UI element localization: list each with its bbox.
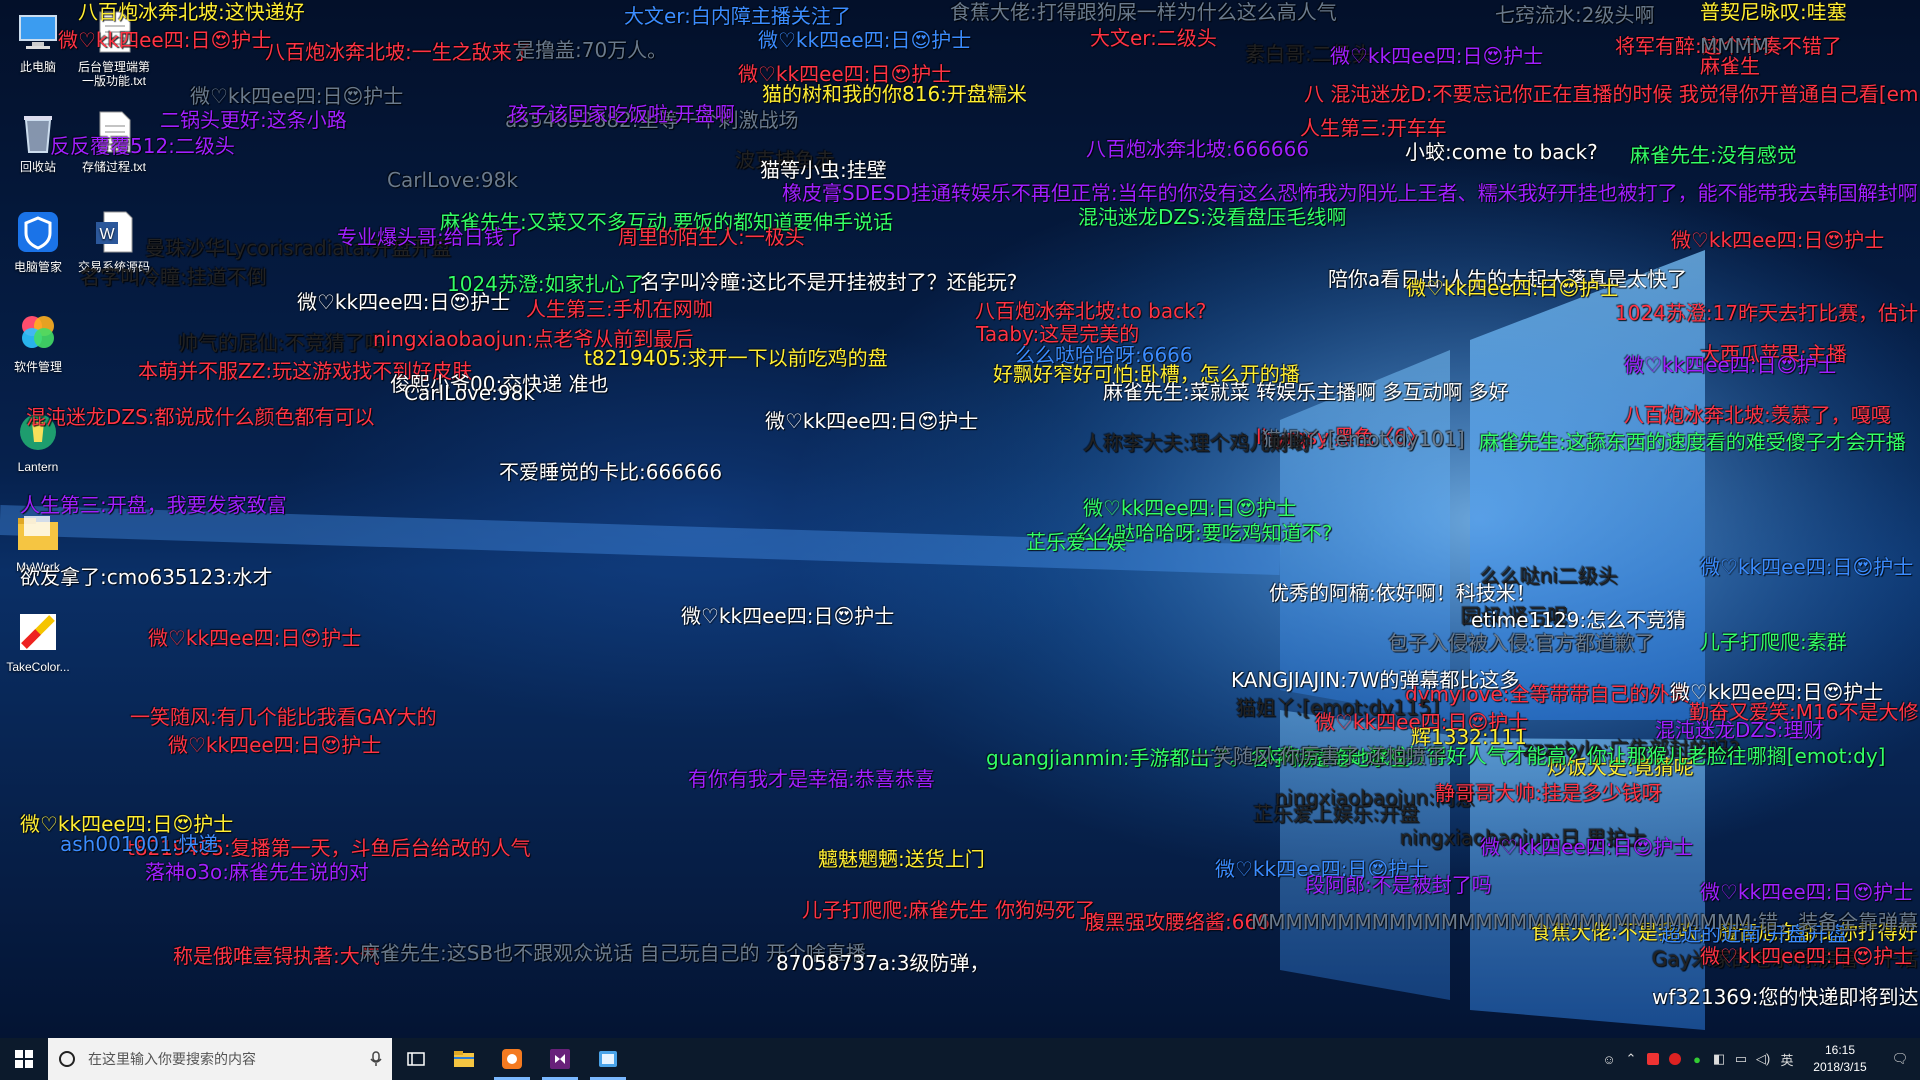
ime-indicator[interactable]: 英 bbox=[1774, 1038, 1800, 1080]
windows-logo-wallpaper bbox=[0, 160, 1920, 1030]
desktop-icon-label: 回收站 bbox=[19, 160, 56, 174]
desktop-icon[interactable]: 此电脑 bbox=[0, 8, 76, 74]
task-view-button[interactable] bbox=[392, 1038, 440, 1080]
desktop-icon[interactable]: MyWork bbox=[0, 508, 76, 574]
tray-app-red2-icon[interactable] bbox=[1664, 1038, 1686, 1080]
desktop-icon[interactable]: 存储过程.txt bbox=[76, 108, 152, 174]
desktop-icon[interactable]: Lantern bbox=[0, 408, 76, 474]
computer-icon bbox=[14, 8, 62, 56]
wechat-icon[interactable]: ● bbox=[1686, 1038, 1708, 1080]
desktop-icon[interactable]: W 交易系统源码 bbox=[76, 208, 152, 274]
start-button[interactable] bbox=[0, 1038, 48, 1080]
lantern-icon bbox=[14, 408, 62, 456]
people-icon[interactable]: ☺ bbox=[1598, 1038, 1620, 1080]
desktop-icon-label: 软件管理 bbox=[13, 360, 62, 374]
notification-center-icon[interactable]: 🗨 bbox=[1880, 1038, 1920, 1080]
taskbar-search-box[interactable]: 在这里输入你要搜索的内容 bbox=[48, 1038, 392, 1080]
word-doc-icon: W bbox=[90, 208, 138, 256]
desktop: 此电脑 后台管理端第一版功能.txt 回收站 存储过程.txt 电脑管家 W 交易系统源码软… bbox=[0, 0, 1920, 1038]
taskbar: 在这里输入你要搜索的内容 ☺ ⌃ ● ◧ ▭ ◁) 英 16:15 2018/3… bbox=[0, 1038, 1920, 1080]
network-icon[interactable]: ▭ bbox=[1730, 1038, 1752, 1080]
desktop-icon-label: Lantern bbox=[17, 460, 59, 474]
windows-start-icon bbox=[15, 1050, 33, 1068]
tray-app-red-icon[interactable] bbox=[1642, 1038, 1664, 1080]
microphone-icon[interactable] bbox=[370, 1051, 382, 1067]
desktop-icon[interactable]: 回收站 bbox=[0, 108, 76, 174]
taskbar-app-blue[interactable] bbox=[584, 1038, 632, 1080]
search-placeholder: 在这里输入你要搜索的内容 bbox=[88, 1051, 256, 1067]
clock-time: 16:15 bbox=[1824, 1043, 1856, 1057]
app-blue-icon bbox=[599, 1051, 617, 1067]
chevron-up-icon[interactable]: ⌃ bbox=[1620, 1038, 1642, 1080]
software-manager-icon bbox=[14, 308, 62, 356]
volume-icon[interactable]: ◁) bbox=[1752, 1038, 1774, 1080]
task-view-icon bbox=[407, 1052, 425, 1066]
desktop-icon-label: 存储过程.txt bbox=[81, 160, 146, 174]
svg-text:W: W bbox=[99, 226, 115, 243]
recycle-bin-icon bbox=[14, 108, 62, 156]
tray-app-white-icon[interactable]: ◧ bbox=[1708, 1038, 1730, 1080]
desktop-icon[interactable]: 电脑管家 bbox=[0, 208, 76, 274]
desktop-icon-label: 电脑管家 bbox=[13, 260, 62, 274]
desktop-icon[interactable]: 后台管理端第一版功能.txt bbox=[76, 8, 152, 88]
file-explorer-icon bbox=[454, 1051, 474, 1067]
taskbar-visual-studio[interactable] bbox=[536, 1038, 584, 1080]
folder-icon bbox=[14, 508, 62, 556]
desktop-icon-label: 此电脑 bbox=[19, 60, 56, 74]
taskbar-file-explorer[interactable] bbox=[440, 1038, 488, 1080]
desktop-icon[interactable]: 软件管理 bbox=[0, 308, 76, 374]
takecolor-icon bbox=[14, 608, 62, 656]
taskbar-app-orange[interactable] bbox=[488, 1038, 536, 1080]
clock[interactable]: 16:15 2018/3/15 bbox=[1800, 1042, 1880, 1076]
desktop-icon[interactable]: TakeColor... bbox=[0, 608, 76, 674]
desktop-icon-label: TakeColor... bbox=[6, 660, 70, 674]
desktop-icon-label: 交易系统源码 bbox=[77, 260, 150, 274]
system-tray: ☺ ⌃ ● ◧ ▭ ◁) 英 16:15 2018/3/15 🗨 bbox=[1598, 1038, 1920, 1080]
clock-date: 2018/3/15 bbox=[1813, 1060, 1867, 1074]
text-file-icon bbox=[90, 108, 138, 156]
desktop-icon-label: MyWork bbox=[16, 560, 60, 574]
shield-icon bbox=[14, 208, 62, 256]
desktop-icon-label: 后台管理端第一版功能.txt bbox=[77, 60, 150, 88]
cortana-circle-icon bbox=[59, 1051, 75, 1067]
visual-studio-icon bbox=[550, 1049, 570, 1069]
app-orange-icon bbox=[502, 1049, 522, 1069]
text-file-icon bbox=[90, 8, 138, 56]
